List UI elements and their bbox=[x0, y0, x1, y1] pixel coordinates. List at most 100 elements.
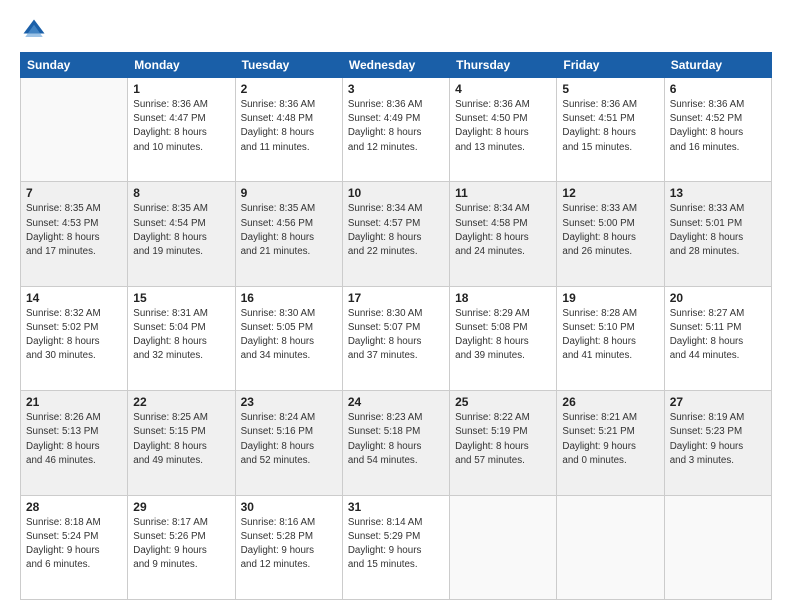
day-info: Sunrise: 8:17 AM Sunset: 5:26 PM Dayligh… bbox=[133, 516, 229, 573]
day-number: 6 bbox=[670, 82, 766, 96]
day-number: 31 bbox=[348, 500, 444, 514]
calendar-cell: 9 Sunrise: 8:35 AM Sunset: 4:56 PM Daylig… bbox=[235, 182, 342, 286]
day-number: 18 bbox=[455, 291, 551, 305]
calendar-cell: 6 Sunrise: 8:36 AM Sunset: 4:52 PM Daylig… bbox=[664, 78, 771, 182]
calendar-week-row: 14Sunrise: 8:32 AM Sunset: 5:02 PM Dayli… bbox=[21, 286, 772, 390]
day-info: Sunrise: 8:29 AM Sunset: 5:08 PM Dayligh… bbox=[455, 307, 551, 364]
day-number: 7 bbox=[26, 186, 122, 200]
day-info: Sunrise: 8:36 AM Sunset: 4:48 PM Dayligh… bbox=[241, 98, 337, 155]
day-number: 17 bbox=[348, 291, 444, 305]
day-info: Sunrise: 8:32 AM Sunset: 5:02 PM Dayligh… bbox=[26, 307, 122, 364]
day-info: Sunrise: 8:36 AM Sunset: 4:52 PM Dayligh… bbox=[670, 98, 766, 155]
calendar-cell: 31 Sunrise: 8:14 AM Sunset: 5:29 PM Dayli… bbox=[342, 495, 449, 599]
calendar-cell: 26 Sunrise: 8:21 AM Sunset: 5:21 PM Dayli… bbox=[557, 391, 664, 495]
day-info: Sunrise: 8:36 AM Sunset: 4:51 PM Dayligh… bbox=[562, 98, 658, 155]
calendar-cell: 27 Sunrise: 8:19 AM Sunset: 5:23 PM Dayli… bbox=[664, 391, 771, 495]
weekday-header-row: SundayMondayTuesdayWednesdayThursdayFrid… bbox=[21, 53, 772, 78]
day-info: Sunrise: 8:19 AM Sunset: 5:23 PM Dayligh… bbox=[670, 411, 766, 468]
day-info: Sunrise: 8:27 AM Sunset: 5:11 PM Dayligh… bbox=[670, 307, 766, 364]
calendar-cell bbox=[21, 78, 128, 182]
day-number: 23 bbox=[241, 395, 337, 409]
calendar-cell: 23 Sunrise: 8:24 AM Sunset: 5:16 PM Dayli… bbox=[235, 391, 342, 495]
calendar-cell bbox=[664, 495, 771, 599]
calendar-cell: 22Sunrise: 8:25 AM Sunset: 5:15 PM Dayli… bbox=[128, 391, 235, 495]
day-info: Sunrise: 8:23 AM Sunset: 5:18 PM Dayligh… bbox=[348, 411, 444, 468]
calendar-cell: 11 Sunrise: 8:34 AM Sunset: 4:58 PM Dayli… bbox=[450, 182, 557, 286]
calendar-cell: 2 Sunrise: 8:36 AM Sunset: 4:48 PM Daylig… bbox=[235, 78, 342, 182]
day-number: 20 bbox=[670, 291, 766, 305]
day-number: 27 bbox=[670, 395, 766, 409]
day-info: Sunrise: 8:14 AM Sunset: 5:29 PM Dayligh… bbox=[348, 516, 444, 573]
calendar-cell: 13Sunrise: 8:33 AM Sunset: 5:01 PM Dayli… bbox=[664, 182, 771, 286]
day-number: 21 bbox=[26, 395, 122, 409]
calendar-week-row: 7 Sunrise: 8:35 AM Sunset: 4:53 PM Daylig… bbox=[21, 182, 772, 286]
day-info: Sunrise: 8:30 AM Sunset: 5:07 PM Dayligh… bbox=[348, 307, 444, 364]
day-number: 19 bbox=[562, 291, 658, 305]
calendar-cell: 15 Sunrise: 8:31 AM Sunset: 5:04 PM Dayli… bbox=[128, 286, 235, 390]
calendar-cell: 8Sunrise: 8:35 AM Sunset: 4:54 PM Daylig… bbox=[128, 182, 235, 286]
logo bbox=[20, 16, 52, 44]
calendar-cell: 24 Sunrise: 8:23 AM Sunset: 5:18 PM Dayli… bbox=[342, 391, 449, 495]
day-info: Sunrise: 8:35 AM Sunset: 4:53 PM Dayligh… bbox=[26, 202, 122, 259]
day-number: 4 bbox=[455, 82, 551, 96]
day-number: 2 bbox=[241, 82, 337, 96]
day-info: Sunrise: 8:33 AM Sunset: 5:00 PM Dayligh… bbox=[562, 202, 658, 259]
day-info: Sunrise: 8:26 AM Sunset: 5:13 PM Dayligh… bbox=[26, 411, 122, 468]
calendar-cell: 12 Sunrise: 8:33 AM Sunset: 5:00 PM Dayli… bbox=[557, 182, 664, 286]
day-number: 28 bbox=[26, 500, 122, 514]
day-number: 10 bbox=[348, 186, 444, 200]
day-number: 26 bbox=[562, 395, 658, 409]
day-number: 11 bbox=[455, 186, 551, 200]
weekday-header: Friday bbox=[557, 53, 664, 78]
calendar-cell: 30Sunrise: 8:16 AM Sunset: 5:28 PM Dayli… bbox=[235, 495, 342, 599]
calendar-table: SundayMondayTuesdayWednesdayThursdayFrid… bbox=[20, 52, 772, 600]
day-number: 13 bbox=[670, 186, 766, 200]
calendar-cell: 18 Sunrise: 8:29 AM Sunset: 5:08 PM Dayli… bbox=[450, 286, 557, 390]
calendar-cell bbox=[557, 495, 664, 599]
day-info: Sunrise: 8:30 AM Sunset: 5:05 PM Dayligh… bbox=[241, 307, 337, 364]
day-number: 5 bbox=[562, 82, 658, 96]
calendar-cell: 25Sunrise: 8:22 AM Sunset: 5:19 PM Dayli… bbox=[450, 391, 557, 495]
calendar-cell: 7 Sunrise: 8:35 AM Sunset: 4:53 PM Daylig… bbox=[21, 182, 128, 286]
day-number: 29 bbox=[133, 500, 229, 514]
day-info: Sunrise: 8:28 AM Sunset: 5:10 PM Dayligh… bbox=[562, 307, 658, 364]
day-info: Sunrise: 8:36 AM Sunset: 4:50 PM Dayligh… bbox=[455, 98, 551, 155]
calendar-cell: 16 Sunrise: 8:30 AM Sunset: 5:05 PM Dayli… bbox=[235, 286, 342, 390]
calendar-cell: 4 Sunrise: 8:36 AM Sunset: 4:50 PM Daylig… bbox=[450, 78, 557, 182]
calendar-cell: 1 Sunrise: 8:36 AM Sunset: 4:47 PM Daylig… bbox=[128, 78, 235, 182]
day-number: 1 bbox=[133, 82, 229, 96]
page: SundayMondayTuesdayWednesdayThursdayFrid… bbox=[0, 0, 792, 612]
calendar-cell: 21 Sunrise: 8:26 AM Sunset: 5:13 PM Dayli… bbox=[21, 391, 128, 495]
calendar-week-row: 1 Sunrise: 8:36 AM Sunset: 4:47 PM Daylig… bbox=[21, 78, 772, 182]
day-number: 12 bbox=[562, 186, 658, 200]
day-info: Sunrise: 8:22 AM Sunset: 5:19 PM Dayligh… bbox=[455, 411, 551, 468]
day-info: Sunrise: 8:34 AM Sunset: 4:57 PM Dayligh… bbox=[348, 202, 444, 259]
header bbox=[20, 16, 772, 44]
day-number: 30 bbox=[241, 500, 337, 514]
day-info: Sunrise: 8:21 AM Sunset: 5:21 PM Dayligh… bbox=[562, 411, 658, 468]
calendar-cell: 14Sunrise: 8:32 AM Sunset: 5:02 PM Dayli… bbox=[21, 286, 128, 390]
day-number: 24 bbox=[348, 395, 444, 409]
calendar-cell: 20 Sunrise: 8:27 AM Sunset: 5:11 PM Dayli… bbox=[664, 286, 771, 390]
day-info: Sunrise: 8:34 AM Sunset: 4:58 PM Dayligh… bbox=[455, 202, 551, 259]
logo-icon bbox=[20, 16, 48, 44]
day-number: 16 bbox=[241, 291, 337, 305]
day-info: Sunrise: 8:24 AM Sunset: 5:16 PM Dayligh… bbox=[241, 411, 337, 468]
day-info: Sunrise: 8:35 AM Sunset: 4:54 PM Dayligh… bbox=[133, 202, 229, 259]
day-info: Sunrise: 8:35 AM Sunset: 4:56 PM Dayligh… bbox=[241, 202, 337, 259]
weekday-header: Tuesday bbox=[235, 53, 342, 78]
calendar-cell: 5 Sunrise: 8:36 AM Sunset: 4:51 PM Daylig… bbox=[557, 78, 664, 182]
day-number: 22 bbox=[133, 395, 229, 409]
day-number: 9 bbox=[241, 186, 337, 200]
calendar-cell: 29 Sunrise: 8:17 AM Sunset: 5:26 PM Dayli… bbox=[128, 495, 235, 599]
calendar-cell: 17 Sunrise: 8:30 AM Sunset: 5:07 PM Dayli… bbox=[342, 286, 449, 390]
calendar-cell bbox=[450, 495, 557, 599]
calendar-cell: 3Sunrise: 8:36 AM Sunset: 4:49 PM Daylig… bbox=[342, 78, 449, 182]
day-number: 15 bbox=[133, 291, 229, 305]
day-info: Sunrise: 8:36 AM Sunset: 4:47 PM Dayligh… bbox=[133, 98, 229, 155]
weekday-header: Sunday bbox=[21, 53, 128, 78]
weekday-header: Wednesday bbox=[342, 53, 449, 78]
calendar-week-row: 21 Sunrise: 8:26 AM Sunset: 5:13 PM Dayli… bbox=[21, 391, 772, 495]
day-number: 3 bbox=[348, 82, 444, 96]
day-info: Sunrise: 8:31 AM Sunset: 5:04 PM Dayligh… bbox=[133, 307, 229, 364]
